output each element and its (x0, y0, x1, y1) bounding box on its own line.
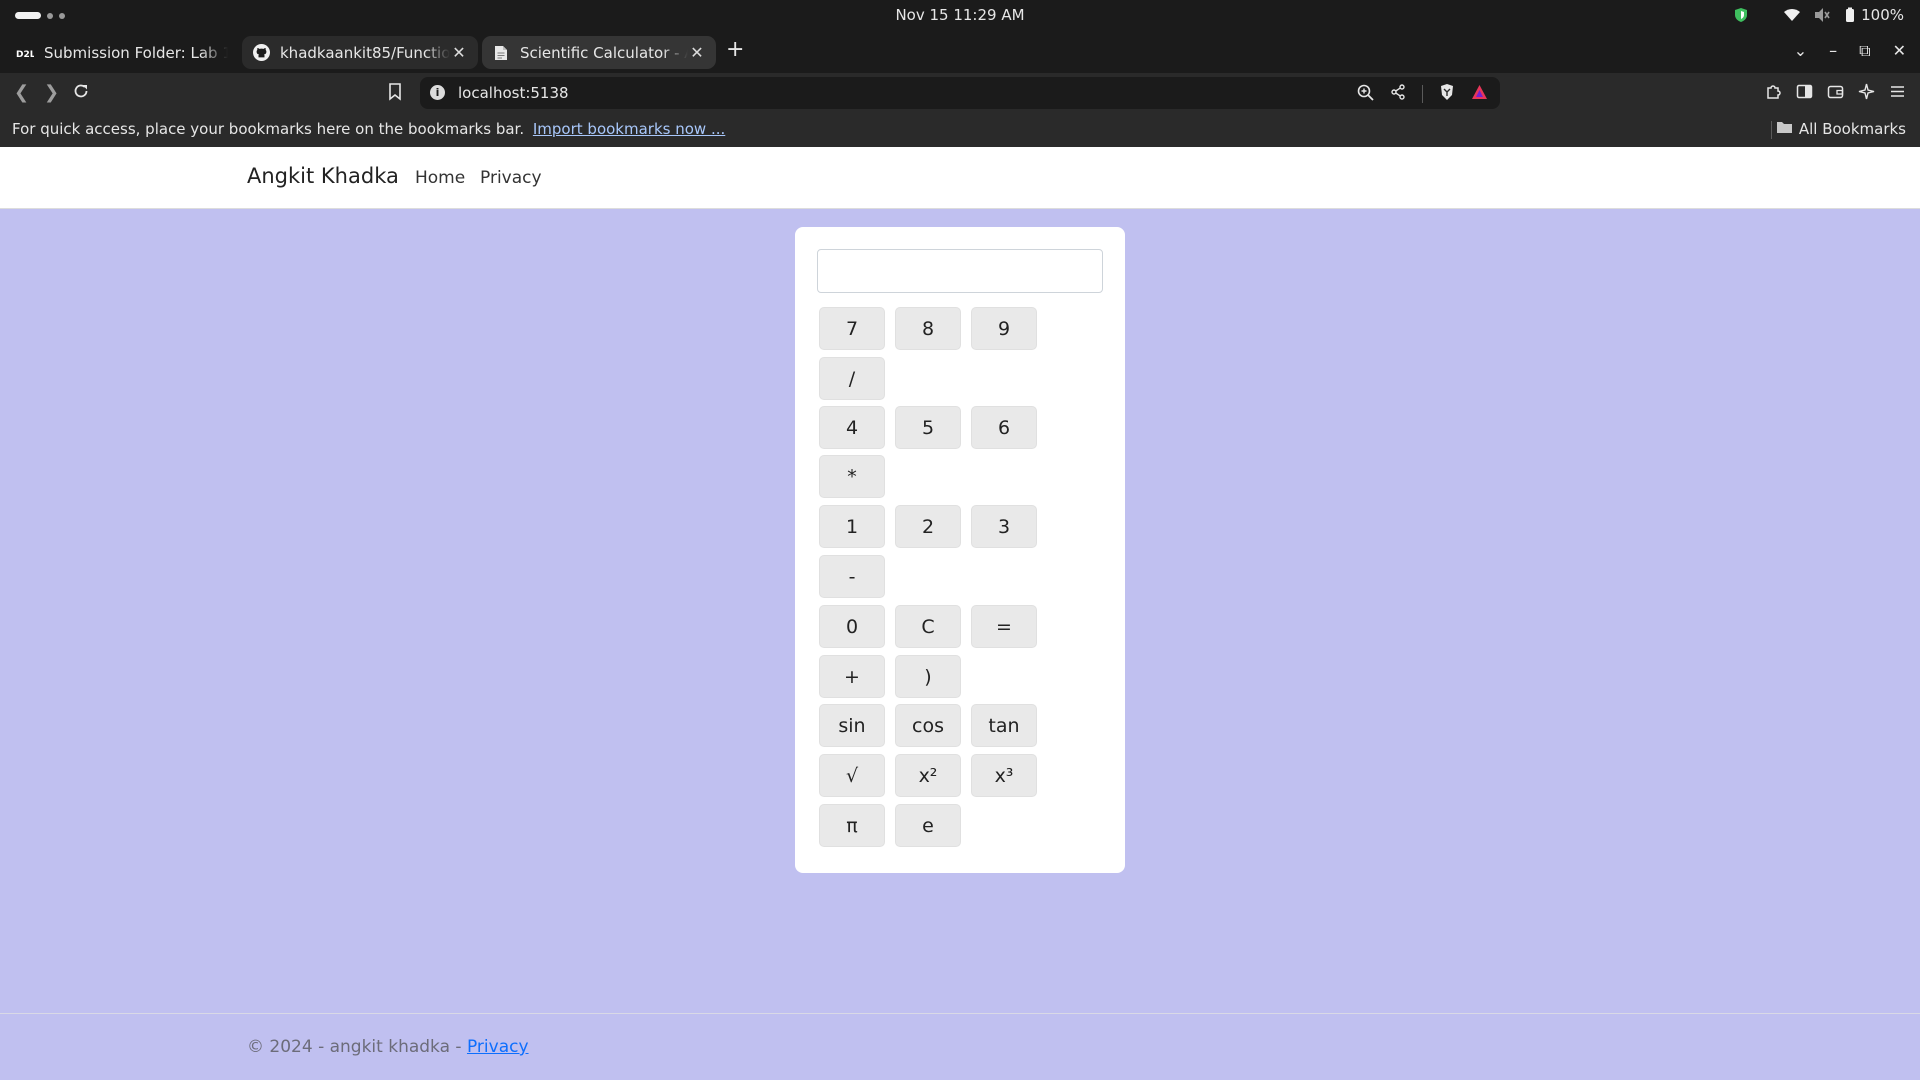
key-5[interactable]: 5 (895, 406, 961, 449)
key-divide[interactable]: / (819, 357, 885, 400)
close-window-icon[interactable]: ✕ (1893, 41, 1906, 61)
battery-percentage: 100% (1861, 6, 1904, 24)
key-subtract[interactable]: - (819, 555, 885, 598)
address-bar[interactable]: i localhost:5138 (420, 77, 1500, 109)
new-tab-button[interactable]: + (726, 39, 744, 61)
leo-ai-icon[interactable] (1858, 83, 1875, 104)
footer-privacy-link[interactable]: Privacy (467, 1037, 529, 1057)
key-e[interactable]: e (895, 804, 961, 847)
bookmarks-hint-text: For quick access, place your bookmarks h… (12, 120, 525, 138)
github-icon (252, 44, 270, 62)
shield-icon (1733, 7, 1749, 23)
key-sin[interactable]: sin (819, 704, 885, 747)
os-top-bar: Nov 15 11:29 AM 100% (0, 0, 1920, 31)
key-cube[interactable]: x³ (971, 754, 1037, 797)
site-navbar: Angkit Khadka Home Privacy (0, 147, 1920, 209)
close-icon[interactable]: ✕ (688, 43, 706, 62)
browser-toolbar: ❮ ❯ i localhost:5138 (0, 73, 1920, 113)
brave-shields-icon[interactable] (1439, 83, 1455, 105)
all-bookmarks-label: All Bookmarks (1798, 120, 1906, 138)
system-clock[interactable]: Nov 15 11:29 AM (0, 6, 1920, 24)
key-clear[interactable]: C (895, 605, 961, 648)
tab-submission-folder[interactable]: D2L Submission Folder: Lab 1 - Pr (6, 36, 238, 69)
tab-scientific-calculator[interactable]: Scientific Calculator - Angkit ✕ (482, 36, 716, 69)
tab-github-repo[interactable]: khadkaankit85/Functional ✕ (242, 36, 478, 69)
all-bookmarks-button[interactable]: All Bookmarks (1776, 120, 1906, 138)
key-right-paren[interactable]: ) (895, 655, 961, 698)
key-9[interactable]: 9 (971, 307, 1037, 350)
bookmarks-bar: For quick access, place your bookmarks h… (0, 113, 1920, 147)
minimize-icon[interactable]: – (1829, 41, 1837, 61)
share-icon[interactable] (1390, 84, 1406, 104)
brave-rewards-icon[interactable] (1471, 84, 1488, 104)
zoom-icon[interactable] (1357, 84, 1374, 105)
calculator-card: 7 8 9 / 4 5 6 * 1 2 3 - 0 C = + ) sin co… (795, 227, 1125, 873)
wifi-icon (1783, 8, 1801, 22)
key-pi[interactable]: π (819, 804, 885, 847)
wallet-icon[interactable] (1827, 83, 1844, 104)
key-3[interactable]: 3 (971, 505, 1037, 548)
svg-text:D2L: D2L (16, 50, 34, 58)
battery-icon (1843, 7, 1857, 23)
nav-home-link[interactable]: Home (415, 168, 465, 188)
bookmarks-bar-message: For quick access, place your bookmarks h… (12, 120, 725, 138)
omnibox-divider (1422, 85, 1423, 103)
browser-tab-strip: D2L Submission Folder: Lab 1 - Pr khadka… (0, 31, 1920, 73)
window-controls: ⌄ – ⧉ ✕ (1794, 41, 1906, 61)
site-brand[interactable]: Angkit Khadka (247, 164, 399, 188)
key-8[interactable]: 8 (895, 307, 961, 350)
footer-divider (0, 1013, 1920, 1014)
key-1[interactable]: 1 (819, 505, 885, 548)
calculator-display[interactable] (817, 249, 1103, 293)
key-cos[interactable]: cos (895, 704, 961, 747)
tab-title: khadkaankit85/Functional (280, 43, 450, 62)
key-0[interactable]: 0 (819, 605, 885, 648)
key-7[interactable]: 7 (819, 307, 885, 350)
key-sqrt[interactable]: √ (819, 754, 885, 797)
site-footer: © 2024 - angkit khadka - Privacy (247, 1037, 529, 1057)
extension-icons (1765, 83, 1906, 104)
key-tan[interactable]: tan (971, 704, 1037, 747)
volume-muted-icon (1813, 7, 1831, 23)
forward-icon[interactable]: ❯ (44, 82, 59, 103)
tab-search-chevron-icon[interactable]: ⌄ (1794, 41, 1807, 61)
import-bookmarks-link[interactable]: Import bookmarks now ... (533, 120, 725, 138)
key-4[interactable]: 4 (819, 406, 885, 449)
d2l-icon: D2L (16, 44, 34, 62)
menu-icon[interactable] (1889, 83, 1906, 104)
extensions-puzzle-icon[interactable] (1765, 83, 1782, 104)
site-info-icon[interactable]: i (430, 85, 445, 100)
back-icon[interactable]: ❮ (14, 82, 29, 103)
tab-title: Scientific Calculator - Angkit (520, 43, 688, 62)
bookmarks-divider (1771, 121, 1772, 139)
reload-icon[interactable] (72, 82, 90, 105)
key-square[interactable]: x² (895, 754, 961, 797)
key-equals[interactable]: = (971, 605, 1037, 648)
restore-icon[interactable]: ⧉ (1859, 41, 1870, 61)
tab-title: Submission Folder: Lab 1 - Pr (44, 43, 228, 62)
bookmark-page-icon[interactable] (388, 83, 402, 105)
web-page: Angkit Khadka Home Privacy 7 8 9 / 4 5 6… (0, 147, 1920, 1080)
key-add[interactable]: + (819, 655, 885, 698)
close-icon[interactable]: ✕ (450, 43, 468, 62)
footer-copyright: © 2024 - angkit khadka - (247, 1037, 467, 1057)
key-6[interactable]: 6 (971, 406, 1037, 449)
sidebar-toggle-icon[interactable] (1796, 83, 1813, 104)
folder-icon (1776, 120, 1793, 138)
key-2[interactable]: 2 (895, 505, 961, 548)
document-icon (492, 44, 510, 62)
system-tray[interactable]: 100% (1733, 6, 1904, 24)
address-bar-url: localhost:5138 (458, 84, 569, 102)
key-multiply[interactable]: * (819, 455, 885, 498)
nav-privacy-link[interactable]: Privacy (480, 168, 542, 188)
